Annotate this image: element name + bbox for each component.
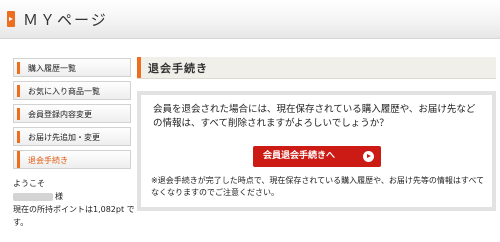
withdraw-panel: 会員を退会された場合には、現在保存されている購入履歴や、お届け先などの情報は、す… — [137, 91, 496, 211]
page-header: ＭＹページ — [0, 0, 500, 39]
withdraw-note: ※退会手続きが完了した時点で、現在保存されている購入履歴や、お届け先等の情報はす… — [151, 176, 485, 197]
sidebar-item-purchase-history[interactable]: 購入履歴一覧 — [13, 58, 131, 77]
welcome-info: ようこそ 様 現在の所持ポイントは1,082pt で す。 — [13, 177, 135, 229]
masked-user-name — [13, 192, 53, 201]
arrow-right-icon — [363, 151, 374, 162]
user-name-line: 様 — [13, 190, 135, 203]
sidebar-item-favorites[interactable]: お気に入り商品一覧 — [13, 81, 131, 100]
sidebar-menu: 購入履歴一覧 お気に入り商品一覧 会員登録内容変更 お届け先追加・変更 退会手続… — [13, 58, 131, 173]
points-text-cont: す。 — [13, 218, 29, 227]
section-title: 退会手続き — [148, 62, 208, 75]
withdraw-button[interactable]: 会員退会手続きへ — [253, 146, 381, 167]
heading-accent-bar — [137, 57, 141, 78]
confirm-message: 会員を退会された場合には、現在保存されている購入履歴や、お届け先などの情報は、す… — [153, 104, 476, 129]
sidebar-item-delivery-address[interactable]: お届け先追加・変更 — [13, 127, 131, 146]
sidebar-item-edit-membership[interactable]: 会員登録内容変更 — [13, 104, 131, 123]
page-title: ＭＹページ — [23, 11, 108, 29]
withdraw-button-label: 会員退会手続きへ — [263, 151, 336, 161]
sidebar-item-withdraw[interactable]: 退会手続き — [13, 150, 131, 169]
honorific: 様 — [55, 192, 63, 201]
points-text: 現在の所持ポイントは1,082pt で — [13, 205, 135, 214]
section-heading: 退会手続き — [137, 57, 496, 79]
welcome-greeting: ようこそ — [13, 179, 45, 188]
title-marker-icon — [7, 11, 15, 27]
